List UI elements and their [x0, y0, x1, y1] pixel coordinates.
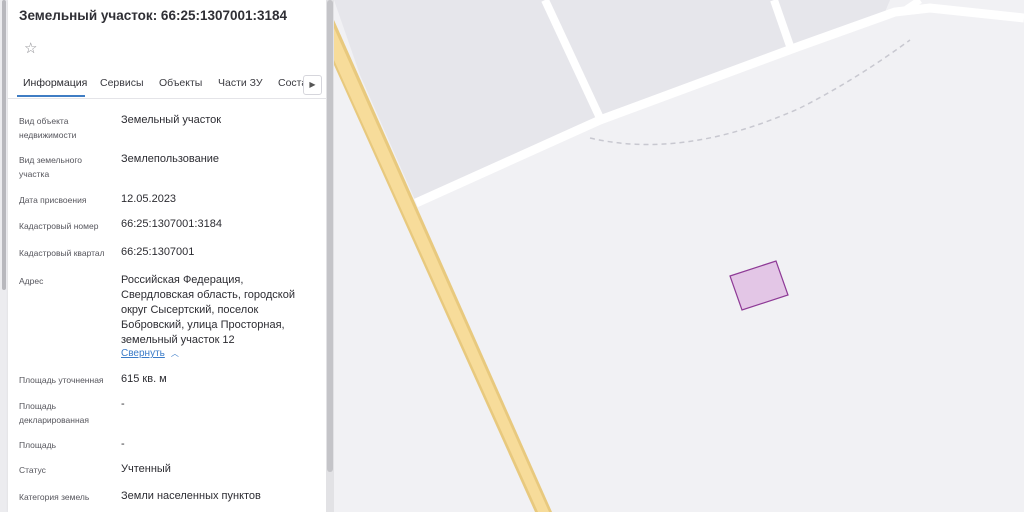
tab-parts[interactable]: Части ЗУ	[218, 77, 263, 89]
panel-scrollbar-thumb[interactable]	[327, 0, 333, 472]
address-value: Российская Федерация, Свердловская облас…	[121, 274, 295, 346]
tab-info[interactable]: Информация	[23, 77, 87, 89]
assign-date-value: 12.05.2023	[121, 193, 177, 205]
object-type-value: Земельный участок	[121, 114, 222, 126]
collapse-link-label: Свернуть	[121, 348, 165, 359]
land-category-value: Земли населенных пунктов	[121, 490, 261, 502]
collapse-link[interactable]: Свернуть ︿	[121, 348, 179, 359]
info-panel: Земельный участок: 66:25:1307001:3184 ☆ …	[8, 0, 326, 512]
tab-bar: Информация Сервисы Объекты Части ЗУ Сост…	[8, 72, 326, 99]
panel-scrollbar[interactable]	[326, 0, 334, 512]
cadastral-quarter-value: 66:25:1307001	[121, 246, 195, 258]
status-value: Учтенный	[121, 463, 171, 475]
address-label: Адрес	[19, 276, 44, 286]
active-tab-indicator	[17, 95, 85, 97]
tab-services[interactable]: Сервисы	[100, 77, 144, 89]
area-declared-label: Площадь декларированная	[19, 401, 89, 425]
status-label: Статус	[19, 465, 46, 475]
assign-date-label: Дата присвоения	[19, 195, 87, 205]
land-type-label: Вид земельного участка	[19, 155, 83, 179]
land-type-value: Землепользование	[121, 153, 220, 165]
area-value: -	[121, 438, 125, 450]
cadastral-quarter-label: Кадастровый квартал	[19, 248, 105, 258]
cadastral-number-label: Кадастровый номер	[19, 221, 99, 231]
chevron-up-icon: ︿	[170, 349, 179, 358]
land-category-label: Категория земель	[19, 492, 90, 502]
area-refined-value: 615 кв. м	[121, 373, 167, 385]
object-type-label: Вид объекта недвижимости	[19, 116, 77, 140]
cadastral-number-value: 66:25:1307001:3184	[121, 218, 222, 230]
tab-objects[interactable]: Объекты	[159, 77, 202, 89]
star-icon[interactable]: ☆	[24, 39, 37, 57]
area-label: Площадь	[19, 440, 57, 450]
area-declared-value: -	[121, 398, 125, 410]
chevron-right-icon[interactable]: ▶	[303, 75, 322, 95]
outer-scrollbar[interactable]	[0, 0, 8, 512]
page-title: Земельный участок: 66:25:1307001:3184	[19, 8, 288, 23]
area-refined-label: Площадь уточненная	[19, 375, 104, 385]
outer-scrollbar-thumb[interactable]	[2, 0, 6, 290]
